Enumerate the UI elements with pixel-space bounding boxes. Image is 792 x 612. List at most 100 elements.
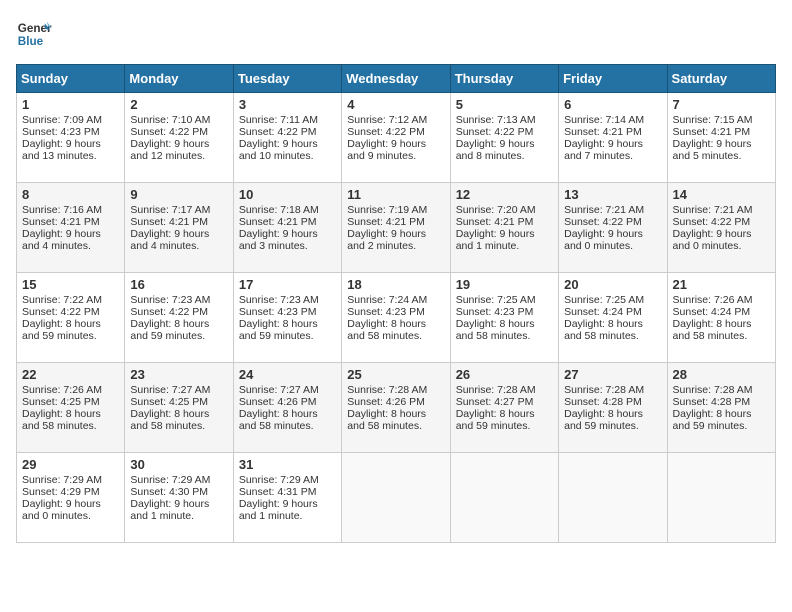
day-number: 25 (347, 367, 444, 382)
day-number: 5 (456, 97, 553, 112)
calendar-cell: 17Sunrise: 7:23 AMSunset: 4:23 PMDayligh… (233, 273, 341, 363)
day-info-line: and 58 minutes. (239, 420, 336, 432)
day-info-line: Sunrise: 7:20 AM (456, 204, 553, 216)
day-number: 3 (239, 97, 336, 112)
day-number: 20 (564, 277, 661, 292)
day-info-line: Sunrise: 7:21 AM (564, 204, 661, 216)
calendar-cell: 13Sunrise: 7:21 AMSunset: 4:22 PMDayligh… (559, 183, 667, 273)
day-info-line: Sunset: 4:22 PM (564, 216, 661, 228)
day-info-line: Daylight: 9 hours (347, 228, 444, 240)
day-info-line: Sunrise: 7:13 AM (456, 114, 553, 126)
svg-text:Blue: Blue (18, 35, 44, 48)
day-number: 6 (564, 97, 661, 112)
day-info-line: and 59 minutes. (22, 330, 119, 342)
day-number: 31 (239, 457, 336, 472)
day-info-line: Sunrise: 7:24 AM (347, 294, 444, 306)
day-info-line: and 0 minutes. (564, 240, 661, 252)
day-info-line: Sunset: 4:22 PM (22, 306, 119, 318)
day-info-line: Daylight: 8 hours (22, 318, 119, 330)
day-info-line: Sunrise: 7:23 AM (130, 294, 227, 306)
day-info-line: Sunrise: 7:23 AM (239, 294, 336, 306)
day-info-line: Sunset: 4:22 PM (239, 126, 336, 138)
day-info-line: Daylight: 8 hours (673, 408, 770, 420)
day-info-line: Sunrise: 7:25 AM (456, 294, 553, 306)
day-number: 12 (456, 187, 553, 202)
day-info-line: Sunrise: 7:26 AM (22, 384, 119, 396)
day-info-line: and 3 minutes. (239, 240, 336, 252)
day-number: 24 (239, 367, 336, 382)
calendar-cell: 9Sunrise: 7:17 AMSunset: 4:21 PMDaylight… (125, 183, 233, 273)
day-info-line: and 8 minutes. (456, 150, 553, 162)
column-header-thursday: Thursday (450, 65, 558, 93)
day-number: 14 (673, 187, 770, 202)
day-info-line: Sunset: 4:26 PM (347, 396, 444, 408)
day-info-line: and 4 minutes. (130, 240, 227, 252)
day-info-line: and 4 minutes. (22, 240, 119, 252)
day-number: 1 (22, 97, 119, 112)
day-info-line: Sunset: 4:23 PM (347, 306, 444, 318)
day-info-line: Sunset: 4:28 PM (564, 396, 661, 408)
day-info-line: Sunrise: 7:21 AM (673, 204, 770, 216)
column-header-tuesday: Tuesday (233, 65, 341, 93)
day-info-line: Sunset: 4:24 PM (673, 306, 770, 318)
column-header-saturday: Saturday (667, 65, 775, 93)
day-info-line: and 58 minutes. (130, 420, 227, 432)
day-number: 15 (22, 277, 119, 292)
day-info-line: and 58 minutes. (456, 330, 553, 342)
day-info-line: Sunrise: 7:27 AM (130, 384, 227, 396)
day-info-line: and 59 minutes. (239, 330, 336, 342)
day-info-line: Sunrise: 7:29 AM (239, 474, 336, 486)
day-info-line: Daylight: 8 hours (673, 318, 770, 330)
calendar-cell: 24Sunrise: 7:27 AMSunset: 4:26 PMDayligh… (233, 363, 341, 453)
calendar-cell (342, 453, 450, 543)
calendar-week-row: 22Sunrise: 7:26 AMSunset: 4:25 PMDayligh… (17, 363, 776, 453)
day-info-line: Sunset: 4:21 PM (130, 216, 227, 228)
day-info-line: Sunset: 4:21 PM (239, 216, 336, 228)
day-info-line: Sunrise: 7:19 AM (347, 204, 444, 216)
day-info-line: Daylight: 8 hours (564, 408, 661, 420)
day-info-line: and 59 minutes. (456, 420, 553, 432)
day-info-line: Daylight: 9 hours (239, 498, 336, 510)
day-info-line: Daylight: 9 hours (456, 138, 553, 150)
day-info-line: Sunset: 4:22 PM (347, 126, 444, 138)
calendar-cell: 31Sunrise: 7:29 AMSunset: 4:31 PMDayligh… (233, 453, 341, 543)
day-info-line: Sunrise: 7:29 AM (22, 474, 119, 486)
day-info-line: Sunrise: 7:18 AM (239, 204, 336, 216)
calendar-week-row: 15Sunrise: 7:22 AMSunset: 4:22 PMDayligh… (17, 273, 776, 363)
calendar-header-row: SundayMondayTuesdayWednesdayThursdayFrid… (17, 65, 776, 93)
day-info-line: and 59 minutes. (564, 420, 661, 432)
column-header-sunday: Sunday (17, 65, 125, 93)
calendar-cell: 23Sunrise: 7:27 AMSunset: 4:25 PMDayligh… (125, 363, 233, 453)
day-info-line: Daylight: 8 hours (564, 318, 661, 330)
day-info-line: Sunset: 4:29 PM (22, 486, 119, 498)
day-info-line: and 5 minutes. (673, 150, 770, 162)
day-info-line: and 0 minutes. (22, 510, 119, 522)
day-number: 23 (130, 367, 227, 382)
day-info-line: Sunset: 4:22 PM (130, 306, 227, 318)
day-info-line: Daylight: 9 hours (130, 228, 227, 240)
day-info-line: Sunrise: 7:27 AM (239, 384, 336, 396)
day-info-line: Daylight: 8 hours (239, 408, 336, 420)
calendar-cell: 19Sunrise: 7:25 AMSunset: 4:23 PMDayligh… (450, 273, 558, 363)
day-number: 4 (347, 97, 444, 112)
calendar-cell: 15Sunrise: 7:22 AMSunset: 4:22 PMDayligh… (17, 273, 125, 363)
day-info-line: and 58 minutes. (347, 420, 444, 432)
page-header: General Blue (16, 16, 776, 52)
day-info-line: Sunset: 4:23 PM (22, 126, 119, 138)
day-info-line: Daylight: 8 hours (456, 318, 553, 330)
calendar-cell: 30Sunrise: 7:29 AMSunset: 4:30 PMDayligh… (125, 453, 233, 543)
day-info-line: Sunset: 4:24 PM (564, 306, 661, 318)
calendar-table: SundayMondayTuesdayWednesdayThursdayFrid… (16, 64, 776, 543)
day-info-line: Daylight: 8 hours (347, 318, 444, 330)
day-number: 11 (347, 187, 444, 202)
day-number: 26 (456, 367, 553, 382)
day-info-line: Sunrise: 7:29 AM (130, 474, 227, 486)
day-info-line: and 59 minutes. (130, 330, 227, 342)
day-info-line: Daylight: 9 hours (239, 138, 336, 150)
day-info-line: Daylight: 8 hours (239, 318, 336, 330)
day-info-line: Daylight: 9 hours (130, 138, 227, 150)
day-info-line: Daylight: 9 hours (130, 498, 227, 510)
day-info-line: Sunset: 4:21 PM (456, 216, 553, 228)
day-info-line: Sunset: 4:21 PM (564, 126, 661, 138)
day-info-line: Daylight: 8 hours (22, 408, 119, 420)
